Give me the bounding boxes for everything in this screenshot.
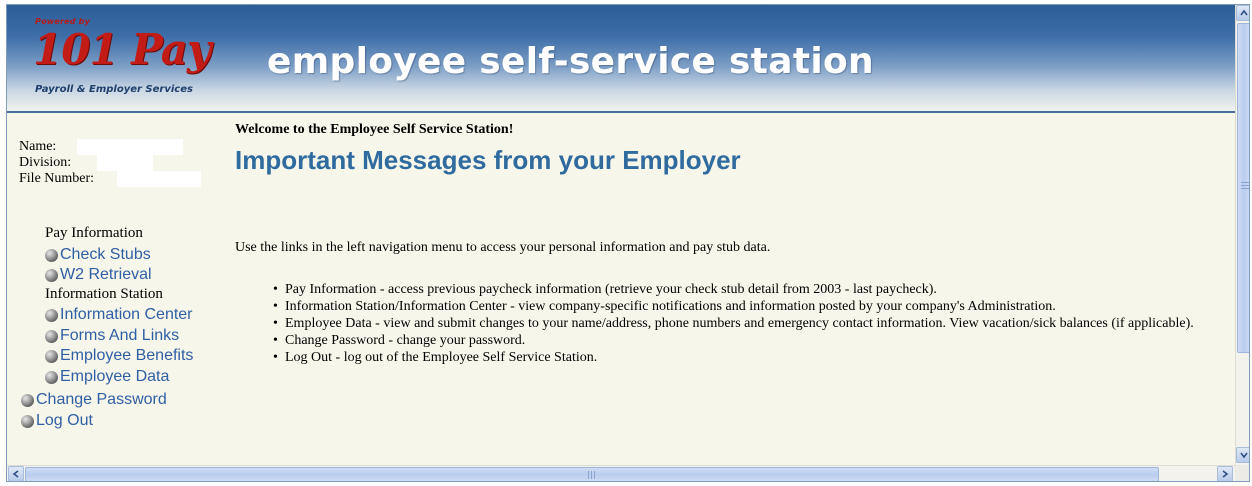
bullet-ball-icon: [45, 329, 58, 343]
browser-window: Powered by 101 Pay Payroll & Employer Se…: [6, 4, 1250, 482]
nav-item-check-stubs[interactable]: Check Stubs: [45, 246, 151, 264]
bullet-ball-icon: [45, 370, 58, 384]
app-title: employee self-service station: [267, 41, 874, 82]
nav-item-label: Change Password: [36, 391, 167, 408]
vertical-scrollbar[interactable]: [1235, 5, 1249, 465]
bullet-ball-icon: [45, 349, 58, 363]
name-label: Name:: [19, 139, 57, 154]
page-title: Important Messages from your Employer: [235, 145, 741, 175]
chevron-down-icon: [1240, 452, 1248, 459]
nav-item-forms-and-links[interactable]: Forms And Links: [45, 327, 179, 345]
user-info: Name: Division: File Number:: [19, 139, 201, 187]
nav-item-log-out[interactable]: Log Out: [21, 412, 93, 430]
grip-icon: [1241, 182, 1249, 191]
scrollbar-corner: [1235, 465, 1249, 481]
nav-item-employee-data[interactable]: Employee Data: [45, 368, 169, 386]
bullet-ball-icon: [45, 268, 58, 282]
nav-item-label: Employee Data: [60, 368, 170, 385]
name-row: Name:: [19, 139, 183, 155]
brand-logo-text: 101 Pay: [33, 25, 211, 74]
intro-text: Use the links in the left navigation men…: [235, 240, 771, 255]
info-bullet-list: Pay Information - access previous payche…: [273, 281, 1233, 366]
nav-section-information-station: Information Station: [45, 286, 163, 302]
bullet-ball-icon: [21, 414, 34, 428]
list-item: Change Password - change your password.: [273, 332, 1233, 349]
nav-item-w2-retrieval[interactable]: W2 Retrieval: [45, 266, 152, 284]
nav-item-label: Check Stubs: [60, 246, 151, 263]
vertical-scroll-thumb[interactable]: [1237, 23, 1249, 353]
nav-item-employee-benefits[interactable]: Employee Benefits: [45, 347, 193, 365]
scroll-down-button[interactable]: [1236, 447, 1249, 463]
file-number-label: File Number:: [19, 171, 95, 186]
bullet-ball-icon: [21, 393, 34, 407]
horizontal-scroll-thumb[interactable]: [25, 467, 1159, 481]
nav-item-label: Information Center: [60, 306, 193, 323]
header-banner: Powered by 101 Pay Payroll & Employer Se…: [7, 5, 1235, 113]
list-item: Information Station/Information Center -…: [273, 298, 1233, 315]
list-item: Employee Data - view and submit changes …: [273, 315, 1233, 332]
left-navigation: Name: Division: File Number: Pay Informa…: [7, 115, 227, 455]
brand-tagline: Payroll & Employer Services: [35, 84, 193, 95]
chevron-up-icon: [1240, 9, 1248, 16]
list-item: Log Out - log out of the Employee Self S…: [273, 349, 1233, 366]
bullet-ball-icon: [45, 248, 58, 262]
nav-item-label: W2 Retrieval: [60, 266, 152, 283]
welcome-text: Welcome to the Employee Self Service Sta…: [235, 122, 514, 137]
horizontal-scrollbar[interactable]: [7, 465, 1235, 481]
chevron-left-icon: [12, 470, 19, 478]
chevron-right-icon: [1222, 470, 1229, 478]
nav-section-pay-information: Pay Information: [45, 225, 143, 241]
company-logo: Powered by 101 Pay Payroll & Employer Se…: [29, 13, 239, 101]
name-value-redacted: [77, 139, 183, 155]
main-content: Welcome to the Employee Self Service Sta…: [229, 115, 1235, 455]
division-value-redacted: [97, 155, 153, 171]
bullet-ball-icon: [45, 308, 58, 322]
list-item: Pay Information - access previous payche…: [273, 281, 1233, 298]
nav-item-label: Log Out: [36, 412, 93, 429]
grip-icon: [588, 471, 597, 479]
nav-item-label: Employee Benefits: [60, 347, 194, 364]
nav-item-change-password[interactable]: Change Password: [21, 391, 167, 409]
scroll-up-button[interactable]: [1236, 5, 1249, 21]
nav-item-information-center[interactable]: Information Center: [45, 306, 193, 324]
file-number-row: File Number:: [19, 171, 201, 187]
scroll-left-button[interactable]: [8, 466, 24, 481]
file-number-value-redacted: [117, 171, 201, 187]
division-row: Division:: [19, 155, 153, 171]
nav-item-label: Forms And Links: [60, 327, 180, 344]
scroll-right-button[interactable]: [1217, 466, 1233, 481]
division-label: Division:: [19, 155, 72, 170]
